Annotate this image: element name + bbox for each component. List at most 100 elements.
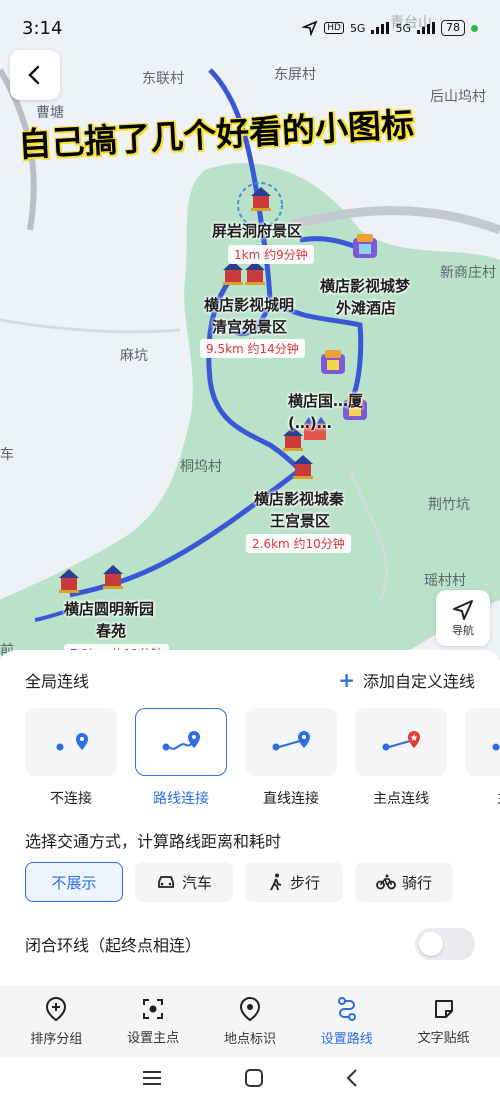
battery-indicator: 78 [441, 20, 465, 36]
tab-label: 地点标识 [223, 1031, 276, 1047]
option-label: 主点连线 [373, 791, 429, 807]
poi-label[interactable]: 清宫苑景区 [212, 316, 287, 338]
plus-icon: + [338, 668, 355, 692]
temple-marker-icon[interactable] [246, 184, 276, 214]
transport-title: 选择交通方式，计算路线距离和耗时 [25, 832, 282, 851]
option-route-connect[interactable]: 路线连接 [135, 708, 227, 808]
poi-label[interactable]: 春苑 [96, 620, 126, 642]
option-card[interactable] [135, 708, 227, 776]
chip-label: 骑行 [401, 873, 432, 892]
connection-options: 不连接 路线连接 直线连接 主点连线 [25, 708, 500, 808]
place-label: 东联村 [142, 71, 184, 87]
option-card[interactable] [25, 708, 117, 776]
pin-plus-icon [46, 996, 67, 1021]
route-icon [337, 996, 356, 1021]
status-icons: HD 5G 5G 78 [302, 20, 478, 36]
option-card[interactable] [355, 708, 447, 776]
bike-icon [376, 874, 396, 890]
navigation-arrow-icon [453, 600, 473, 620]
option-label: 直线连接 [263, 791, 319, 807]
tab-set-main-point[interactable]: 设置主点 [108, 985, 198, 1057]
tab-label: 排序分组 [30, 1031, 83, 1047]
navigate-label: 导航 [452, 624, 474, 637]
transport-walk-chip[interactable]: 步行 [245, 862, 343, 902]
poi-label[interactable]: 横店影视城秦 [254, 488, 344, 510]
network-label: 5G [395, 21, 411, 35]
signal-icon [417, 22, 435, 34]
main-point-connect-icon [382, 731, 420, 751]
poi-label[interactable]: 外滩酒店 [336, 297, 396, 319]
temple-marker-icon[interactable] [288, 452, 318, 482]
temple-marker-icon[interactable] [98, 562, 128, 592]
tab-label: 设置路线 [320, 1031, 373, 1047]
green-dot-icon [471, 24, 478, 32]
place-label: 后山坞村 [430, 89, 486, 105]
option-no-connect[interactable]: 不连接 [25, 708, 117, 808]
map-view[interactable]: 东联村 东屏村 曹塘 后山坞村 新商庄村 麻坑 桐坞村 荆竹坑 瑶村村 车 前 … [0, 0, 500, 660]
transport-car-chip[interactable]: 汽车 [135, 862, 233, 902]
distance-tag: 2.6km 约10分钟 [246, 534, 351, 553]
back-nav-icon[interactable] [345, 1068, 359, 1088]
navigate-button[interactable]: 导航 [436, 590, 490, 646]
chip-label: 不展示 [51, 873, 97, 892]
tab-text-sticker[interactable]: 文字贴纸 [399, 985, 489, 1057]
distance-tag: 1km 约9分钟 [228, 245, 314, 264]
loop-setting-row: 闭合环线（起终点相连） [25, 928, 475, 960]
add-custom-line-label: 添加自定义连线 [362, 672, 475, 691]
temple-marker-icon[interactable] [54, 566, 84, 596]
option-straight-connect[interactable]: 直线连接 [245, 708, 337, 808]
poi-label[interactable]: 横店影视城明 [204, 294, 294, 316]
place-label: 车 [0, 447, 14, 463]
sticker-icon [434, 999, 453, 1018]
loop-label: 闭合环线（起终点相连） [25, 936, 202, 955]
chevron-left-icon [28, 65, 40, 85]
poi-label[interactable]: 横店国…厦 [288, 390, 363, 412]
option-card[interactable] [245, 708, 337, 776]
option-main-point-more[interactable]: 主点 [465, 708, 500, 808]
location-pin-icon [239, 996, 260, 1021]
main-point-icon [492, 743, 500, 751]
option-main-point-connect[interactable]: 主点连线 [355, 708, 447, 808]
tab-label: 文字贴纸 [417, 1030, 470, 1046]
hotel-marker-icon[interactable] [350, 232, 380, 262]
location-arrow-icon [302, 20, 318, 36]
focus-target-icon [143, 998, 164, 1019]
poi-label[interactable]: 屏岩洞府景区 [212, 220, 302, 242]
poi-label[interactable]: (…)… [288, 412, 332, 434]
transport-none-chip[interactable]: 不展示 [25, 862, 123, 902]
add-custom-line-button[interactable]: + 添加自定义连线 [338, 668, 475, 692]
route-settings-panel: 全局连线 + 添加自定义连线 不连接 路线连接 直线连接 主点连线 选择交通方式… [0, 650, 500, 990]
tab-label: 设置主点 [127, 1030, 180, 1046]
place-label: 瑶村村 [424, 573, 466, 589]
distance-tag: 9.5km 约14分钟 [200, 339, 305, 358]
chip-label: 汽车 [181, 873, 212, 892]
tab-place-marker[interactable]: 地点标识 [205, 985, 295, 1057]
car-icon [158, 876, 174, 888]
menu-icon[interactable] [141, 1069, 163, 1087]
signal-icon [371, 22, 390, 34]
option-card[interactable] [465, 708, 500, 776]
poi-label[interactable]: 王宫景区 [270, 510, 330, 532]
place-label: 东屏村 [274, 67, 316, 83]
status-time: 3:14 [22, 18, 63, 39]
place-label: 麻坑 [120, 348, 148, 364]
back-button[interactable] [10, 50, 60, 100]
building-marker-icon[interactable] [318, 348, 348, 378]
tab-set-route[interactable]: 设置路线 [302, 985, 392, 1057]
bottom-tab-bar: 排序分组 设置主点 地点标识 设置路线 文字贴纸 [0, 985, 500, 1057]
chip-label: 步行 [289, 873, 320, 892]
network-label: 5G [349, 21, 366, 35]
place-label: 桐坞村 [180, 459, 222, 475]
tab-sort-group[interactable]: 排序分组 [11, 985, 101, 1057]
transport-bike-chip[interactable]: 骑行 [355, 862, 453, 902]
option-label: 不连接 [50, 791, 92, 807]
panel-title: 全局连线 [25, 672, 90, 691]
transport-options: 不展示 汽车 步行 骑行 [25, 862, 453, 902]
home-icon[interactable] [244, 1068, 264, 1088]
place-label: 荆竹坑 [428, 497, 470, 513]
poi-label[interactable]: 横店影视城梦 [320, 275, 410, 297]
hd-badge: HD [324, 22, 344, 34]
loop-toggle[interactable] [415, 928, 475, 960]
poi-label[interactable]: 横店圆明新园 [64, 598, 154, 620]
route-connect-icon [162, 731, 200, 751]
